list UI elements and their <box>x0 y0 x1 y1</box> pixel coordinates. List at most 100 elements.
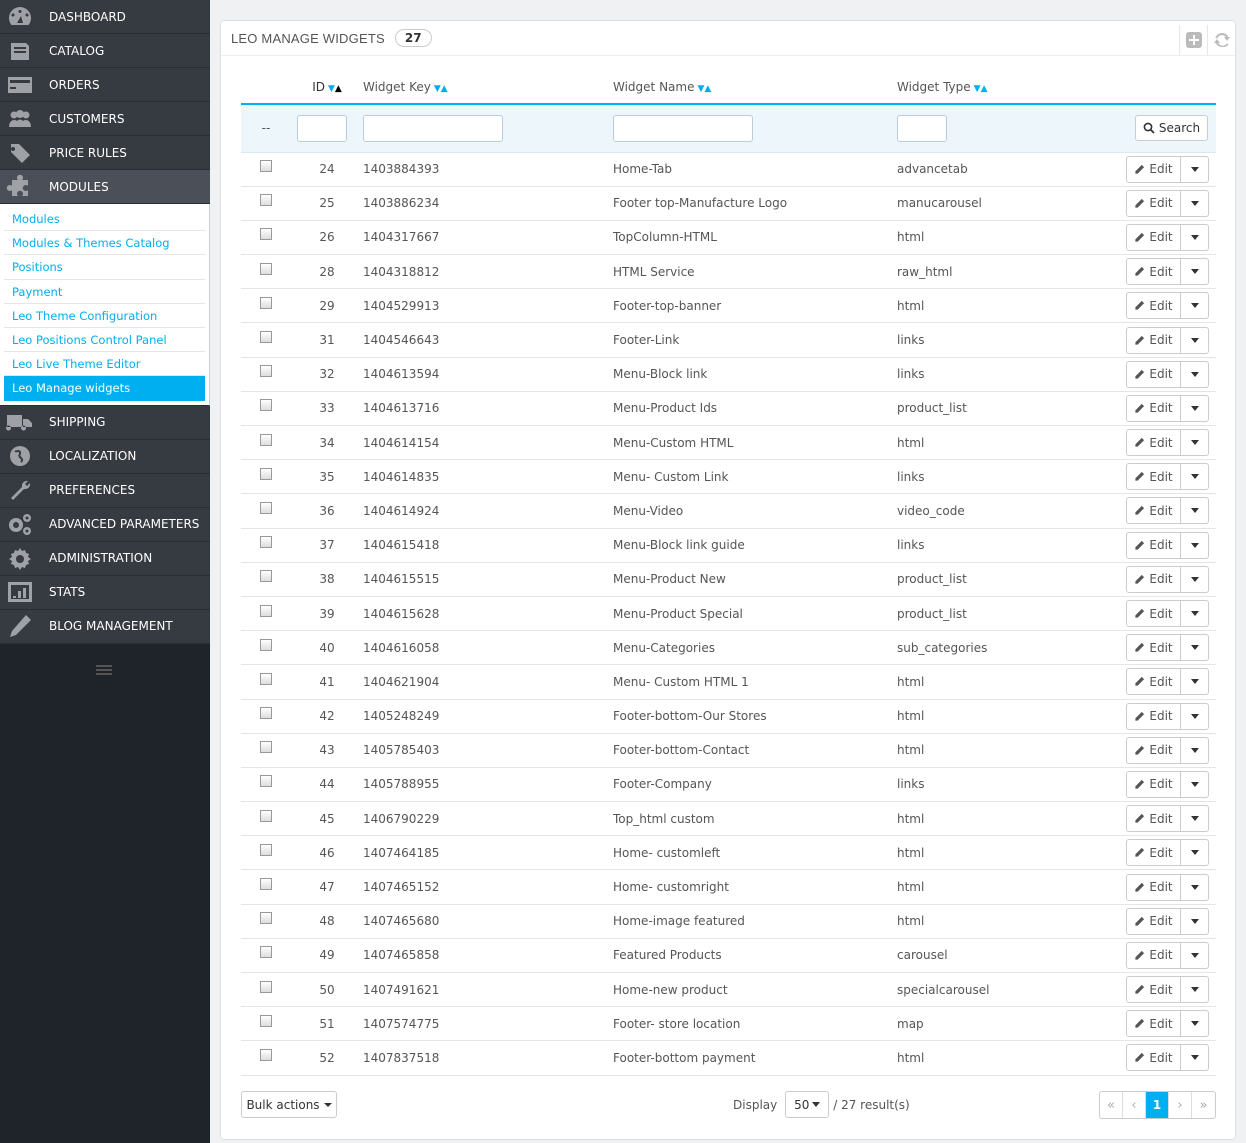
row-actions-dropdown-button[interactable] <box>1181 977 1208 1002</box>
nav-stats[interactable]: STATS <box>0 575 210 610</box>
submenu-item-positions[interactable]: Positions <box>4 255 205 280</box>
row-checkbox[interactable] <box>260 536 272 549</box>
edit-button[interactable]: Edit <box>1127 361 1181 387</box>
sort-id-icon[interactable]: ▼▲ <box>328 84 342 94</box>
filter-id-input[interactable] <box>297 114 347 142</box>
edit-button[interactable]: Edit <box>1127 430 1181 456</box>
sort-type-icon[interactable]: ▼▲ <box>974 84 988 94</box>
nav-administration[interactable]: ADMINISTRATION <box>0 541 210 576</box>
row-checkbox[interactable] <box>260 399 272 412</box>
edit-button[interactable]: Edit <box>1127 395 1181 421</box>
row-actions-dropdown-button[interactable] <box>1181 396 1208 421</box>
row-actions-dropdown-button[interactable] <box>1181 225 1208 250</box>
filter-name-input[interactable] <box>613 114 753 142</box>
row-checkbox[interactable] <box>260 228 272 241</box>
next-page-button[interactable]: › <box>1169 1092 1192 1118</box>
collapse-menu-icon[interactable] <box>96 665 112 679</box>
submenu-item-modules[interactable]: Modules <box>4 207 205 232</box>
header-widget-type[interactable]: Widget Type ▼▲ <box>897 71 1117 104</box>
row-checkbox[interactable] <box>260 331 272 344</box>
row-actions-dropdown-button[interactable] <box>1181 738 1208 763</box>
edit-button[interactable]: Edit <box>1127 293 1181 319</box>
edit-button[interactable]: Edit <box>1127 703 1181 729</box>
header-widget-key[interactable]: Widget Key ▼▲ <box>363 71 613 104</box>
edit-button[interactable]: Edit <box>1127 532 1181 558</box>
edit-button[interactable]: Edit <box>1127 498 1181 524</box>
row-actions-dropdown-button[interactable] <box>1181 704 1208 729</box>
edit-button[interactable]: Edit <box>1127 1045 1181 1071</box>
row-checkbox[interactable] <box>260 775 272 788</box>
edit-button[interactable]: Edit <box>1127 224 1181 250</box>
row-checkbox[interactable] <box>260 160 272 173</box>
nav-shipping[interactable]: SHIPPING <box>0 405 210 440</box>
edit-button[interactable]: Edit <box>1127 771 1181 797</box>
row-actions-dropdown-button[interactable] <box>1181 840 1208 865</box>
row-checkbox[interactable] <box>260 501 272 514</box>
page-1-button[interactable]: 1 <box>1146 1092 1169 1118</box>
row-checkbox[interactable] <box>260 843 272 856</box>
submenu-item-payment[interactable]: Payment <box>4 280 205 304</box>
row-checkbox[interactable] <box>260 296 272 309</box>
row-actions-dropdown-button[interactable] <box>1181 601 1208 626</box>
row-actions-dropdown-button[interactable] <box>1181 498 1208 523</box>
row-checkbox[interactable] <box>260 262 272 275</box>
filter-key-input[interactable] <box>363 114 503 142</box>
sort-key-icon[interactable]: ▼▲ <box>434 84 448 94</box>
edit-button[interactable]: Edit <box>1127 190 1181 216</box>
row-actions-dropdown-button[interactable] <box>1181 464 1208 489</box>
row-actions-dropdown-button[interactable] <box>1181 362 1208 387</box>
row-actions-dropdown-button[interactable] <box>1181 772 1208 797</box>
edit-button[interactable]: Edit <box>1127 327 1181 353</box>
row-checkbox[interactable] <box>260 1048 272 1061</box>
row-actions-dropdown-button[interactable] <box>1181 875 1208 900</box>
row-actions-dropdown-button[interactable] <box>1181 1011 1208 1036</box>
last-page-button[interactable]: » <box>1192 1092 1215 1118</box>
row-checkbox[interactable] <box>260 433 272 446</box>
filter-type-input[interactable] <box>897 114 947 142</box>
row-checkbox[interactable] <box>260 912 272 925</box>
row-checkbox[interactable] <box>260 741 272 754</box>
nav-advanced-parameters[interactable]: ADVANCED PARAMETERS <box>0 507 210 542</box>
row-checkbox[interactable] <box>260 707 272 720</box>
sort-name-icon[interactable]: ▼▲ <box>697 84 711 94</box>
bulk-actions-button[interactable]: Bulk actions <box>241 1091 337 1118</box>
edit-button[interactable]: Edit <box>1127 259 1181 285</box>
row-checkbox[interactable] <box>260 946 272 959</box>
row-checkbox[interactable] <box>260 878 272 891</box>
edit-button[interactable]: Edit <box>1127 874 1181 900</box>
nav-catalog[interactable]: CATALOG <box>0 34 210 68</box>
edit-button[interactable]: Edit <box>1127 840 1181 866</box>
submenu-item-leo-theme-configuration[interactable]: Leo Theme Configuration <box>4 304 205 328</box>
header-widget-name[interactable]: Widget Name ▼▲ <box>613 71 897 104</box>
nav-price-rules[interactable]: PRICE RULES <box>0 136 210 170</box>
row-actions-dropdown-button[interactable] <box>1181 157 1208 182</box>
row-actions-dropdown-button[interactable] <box>1181 567 1208 592</box>
edit-button[interactable]: Edit <box>1127 601 1181 627</box>
edit-button[interactable]: Edit <box>1127 464 1181 490</box>
row-actions-dropdown-button[interactable] <box>1181 806 1208 831</box>
nav-orders[interactable]: ORDERS <box>0 68 210 102</box>
edit-button[interactable]: Edit <box>1127 806 1181 832</box>
nav-preferences[interactable]: PREFERENCES <box>0 473 210 508</box>
row-checkbox[interactable] <box>260 604 272 617</box>
header-id[interactable]: ID ▼▲ <box>291 71 363 104</box>
row-checkbox[interactable] <box>260 194 272 207</box>
row-checkbox[interactable] <box>260 365 272 378</box>
submenu-item-leo-manage-widgets[interactable]: Leo Manage widgets <box>4 376 205 401</box>
refresh-list-button[interactable] <box>1207 25 1235 55</box>
nav-dashboard[interactable]: DASHBOARD <box>0 0 210 34</box>
edit-button[interactable]: Edit <box>1127 156 1181 182</box>
row-checkbox[interactable] <box>260 570 272 583</box>
per-page-select[interactable]: 50 <box>785 1091 830 1118</box>
edit-button[interactable]: Edit <box>1127 942 1181 968</box>
row-checkbox[interactable] <box>260 467 272 480</box>
first-page-button[interactable]: « <box>1100 1092 1123 1118</box>
edit-button[interactable]: Edit <box>1127 635 1181 661</box>
edit-button[interactable]: Edit <box>1127 737 1181 763</box>
row-checkbox[interactable] <box>260 1014 272 1027</box>
row-actions-dropdown-button[interactable] <box>1181 259 1208 284</box>
edit-button[interactable]: Edit <box>1127 1011 1181 1037</box>
row-actions-dropdown-button[interactable] <box>1181 909 1208 934</box>
search-button[interactable]: Search <box>1135 115 1208 142</box>
row-actions-dropdown-button[interactable] <box>1181 293 1208 318</box>
